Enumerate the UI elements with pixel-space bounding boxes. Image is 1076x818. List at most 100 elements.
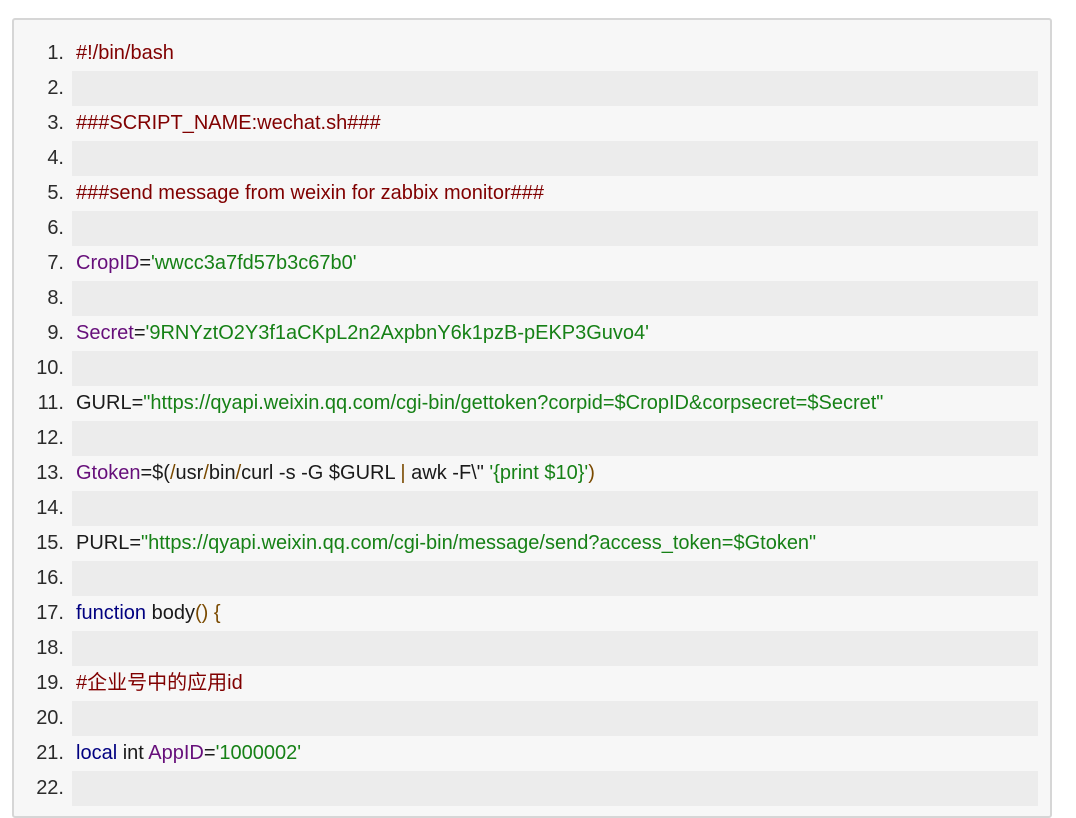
code-line: 9. Secret='9RNYztO2Y3f1aCKpL2n2AxpbnY6k1p…: [14, 316, 1050, 351]
code-line: 1. #!/bin/bash: [14, 36, 1050, 71]
code-token: =: [133, 322, 146, 344]
code-line: 4.: [14, 141, 1050, 176]
line-number: 17.: [36, 602, 64, 624]
code-token: '{print $10}': [489, 462, 589, 484]
code-line: 22.: [14, 771, 1050, 806]
code-line: 11. GURL="https://qyapi.weixin.qq.com/cgi…: [14, 386, 1050, 421]
code-token: PURL=: [76, 532, 142, 554]
code-lines: 1. #!/bin/bash 2. 3. ###SCRIPT_NAME:wechat.s…: [14, 36, 1050, 806]
code-line: 15. PURL="https://qyapi.weixin.qq.com/cgi…: [14, 526, 1050, 561]
line-number: 1.: [47, 42, 64, 64]
code-line: 5. ###send message from weixin for zabbix…: [14, 176, 1050, 211]
code-text: ###send message from weixin for zabbix m…: [72, 176, 1038, 211]
code-line: 16.: [14, 561, 1050, 596]
code-line: 2.: [14, 71, 1050, 106]
line-number: 7.: [47, 252, 64, 274]
line-number: 12.: [36, 427, 64, 449]
line-number: 10.: [36, 357, 64, 379]
line-number: 4.: [47, 147, 64, 169]
code-text: [72, 351, 1038, 386]
code-token: (): [195, 602, 209, 624]
page-top-strip: [0, 0, 1076, 12]
line-number: 13.: [36, 462, 64, 484]
code-token: =: [203, 742, 216, 764]
code-token: awk -F\": [405, 462, 490, 484]
code-token: #!/bin/bash: [76, 42, 174, 64]
code-token: {: [213, 602, 221, 624]
code-text: [72, 71, 1038, 106]
code-token: ###send message from weixin for zabbix m…: [76, 182, 545, 204]
code-text: ###SCRIPT_NAME:wechat.sh###: [72, 106, 1038, 141]
code-token: #企业号中的应用id: [76, 672, 243, 694]
code-text: [72, 211, 1038, 246]
line-number: 15.: [36, 532, 64, 554]
code-line: 12.: [14, 421, 1050, 456]
code-token: usr: [175, 462, 204, 484]
code-line: 14.: [14, 491, 1050, 526]
code-text: CropID='wwcc3a7fd57b3c67b0': [72, 246, 1038, 281]
code-token: '9RNYztO2Y3f1aCKpL2n2AxpbnY6k1pzB-pEKP3G…: [145, 322, 650, 344]
code-text: [72, 771, 1038, 806]
code-line: 21. local int AppID='1000002': [14, 736, 1050, 771]
code-token: Secret: [76, 322, 134, 344]
line-number: 5.: [47, 182, 64, 204]
code-token: ): [588, 462, 595, 484]
line-number: 21.: [36, 742, 64, 764]
code-line: 18.: [14, 631, 1050, 666]
line-number: 22.: [36, 777, 64, 799]
line-number: 11.: [37, 392, 64, 414]
code-line: 10.: [14, 351, 1050, 386]
code-text: GURL="https://qyapi.weixin.qq.com/cgi-bi…: [72, 386, 1038, 421]
code-line: 20.: [14, 701, 1050, 736]
code-token: AppID: [148, 742, 204, 764]
code-line: 3. ###SCRIPT_NAME:wechat.sh###: [14, 106, 1050, 141]
code-token: "https://qyapi.weixin.qq.com/cgi-bin/get…: [143, 392, 884, 414]
code-text: function body() {: [72, 596, 1038, 631]
code-token: CropID: [76, 252, 140, 274]
code-token: bin: [208, 462, 236, 484]
code-text: Gtoken=$(/usr/bin/curl -s -G $GURL | awk…: [72, 456, 1038, 491]
code-text: [72, 561, 1038, 596]
code-text: [72, 701, 1038, 736]
code-text: Secret='9RNYztO2Y3f1aCKpL2n2AxpbnY6k1pzB…: [72, 316, 1038, 351]
line-number: 20.: [36, 707, 64, 729]
code-token: local: [76, 742, 118, 764]
code-text: [72, 631, 1038, 666]
code-text: #!/bin/bash: [72, 36, 1038, 71]
code-text: [72, 421, 1038, 456]
code-text: local int AppID='1000002': [72, 736, 1038, 771]
code-token: curl -s -G $GURL: [241, 462, 401, 484]
code-text: [72, 141, 1038, 176]
line-number: 3.: [47, 112, 64, 134]
code-token: ###SCRIPT_NAME:wechat.sh###: [76, 112, 381, 134]
line-number: 8.: [47, 287, 64, 309]
code-text: PURL="https://qyapi.weixin.qq.com/cgi-bi…: [72, 526, 1038, 561]
code-block: 1. #!/bin/bash 2. 3. ###SCRIPT_NAME:wechat.s…: [12, 18, 1052, 818]
code-token: =: [139, 252, 152, 274]
code-line: 17. function body() {: [14, 596, 1050, 631]
code-line: 19. #企业号中的应用id: [14, 666, 1050, 701]
line-number: 2.: [47, 77, 64, 99]
code-line: 7. CropID='wwcc3a7fd57b3c67b0': [14, 246, 1050, 281]
code-token: Gtoken: [76, 462, 141, 484]
line-number: 16.: [36, 567, 64, 589]
code-token: 'wwcc3a7fd57b3c67b0': [151, 252, 357, 274]
line-number: 6.: [47, 217, 64, 239]
code-token: '1000002': [215, 742, 302, 764]
code-text: [72, 281, 1038, 316]
line-number: 9.: [47, 322, 64, 344]
code-token: body: [146, 602, 195, 624]
code-text: [72, 491, 1038, 526]
code-token: =$(: [140, 462, 170, 484]
line-number: 18.: [36, 637, 64, 659]
code-line: 8.: [14, 281, 1050, 316]
code-token: GURL=: [76, 392, 144, 414]
code-text: #企业号中的应用id: [72, 666, 1038, 701]
code-token: int: [117, 742, 149, 764]
code-token: function: [76, 602, 147, 624]
line-number: 14.: [36, 497, 64, 519]
code-token: "https://qyapi.weixin.qq.com/cgi-bin/mes…: [141, 532, 817, 554]
code-line: 13. Gtoken=$(/usr/bin/curl -s -G $GURL | …: [14, 456, 1050, 491]
line-number: 19.: [36, 672, 64, 694]
code-line: 6.: [14, 211, 1050, 246]
